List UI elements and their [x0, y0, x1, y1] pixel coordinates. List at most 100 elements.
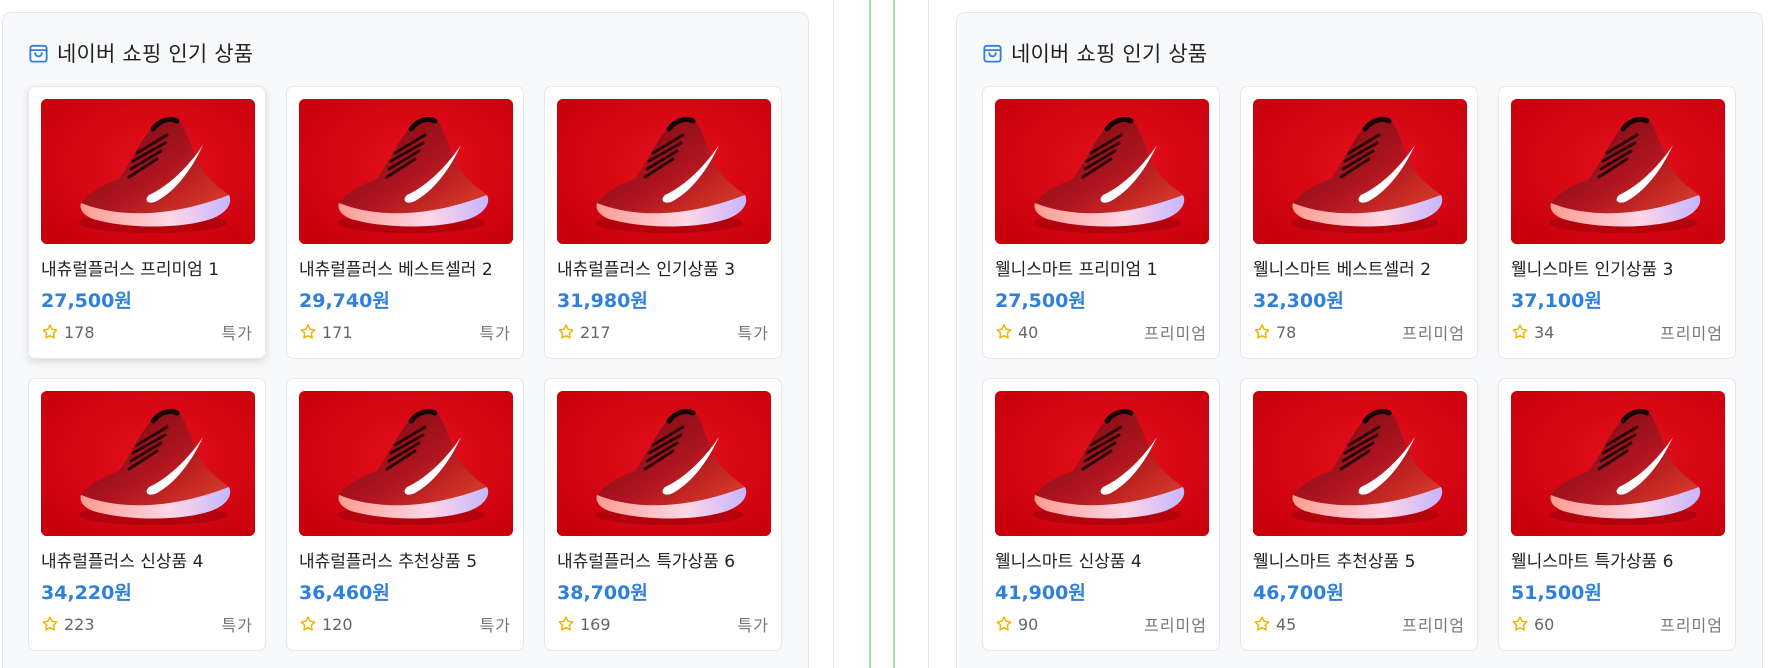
product-meta: 223 특가: [41, 613, 253, 635]
section-divider-green: [869, 0, 871, 668]
product-image: [1253, 391, 1467, 536]
star-icon: [299, 615, 317, 633]
product-grid: 내츄럴플러스 프리미엄 1 27,500원 178 특가 내츄럴플러스 베스트셀…: [28, 86, 782, 651]
product-price: 36,460원: [299, 582, 390, 604]
rating: 169: [557, 615, 611, 634]
product-card[interactable]: 내츄럴플러스 베스트셀러 2 29,740원 171 특가: [286, 86, 524, 359]
product-name: 웰니스마트 프리미엄 1: [995, 260, 1158, 280]
product-name: 웰니스마트 특가상품 6: [1511, 552, 1674, 572]
product-tag: 프리미엄: [1144, 324, 1207, 343]
rating-count: 45: [1276, 614, 1297, 634]
product-name: 내츄럴플러스 인기상품 3: [557, 260, 736, 280]
product-image: [995, 99, 1209, 244]
shopping-bag-icon: [981, 42, 1004, 65]
rating: 40: [995, 323, 1038, 342]
rating: 178: [41, 323, 95, 342]
product-price: 29,740원: [299, 290, 390, 312]
rating: 45: [1253, 615, 1296, 634]
product-card[interactable]: 웰니스마트 특가상품 6 51,500원 60 프리미엄: [1498, 378, 1736, 651]
rating: 223: [41, 615, 95, 634]
product-tag: 프리미엄: [1660, 324, 1723, 343]
rating: 90: [995, 615, 1038, 634]
product-meta: 40 프리미엄: [995, 321, 1207, 343]
product-name: 웰니스마트 인기상품 3: [1511, 260, 1674, 280]
rating: 171: [299, 323, 353, 342]
product-meta: 90 프리미엄: [995, 613, 1207, 635]
product-price: 32,300원: [1253, 290, 1344, 312]
star-icon: [41, 323, 59, 341]
rating-count: 34: [1534, 322, 1555, 342]
star-icon: [299, 323, 317, 341]
star-icon: [995, 323, 1013, 341]
product-name: 웰니스마트 추천상품 5: [1253, 552, 1416, 572]
product-image: [41, 99, 255, 244]
product-card[interactable]: 내츄럴플러스 특가상품 6 38,700원 169 특가: [544, 378, 782, 651]
product-tag: 특가: [737, 616, 769, 635]
product-card[interactable]: 내츄럴플러스 인기상품 3 31,980원 217 특가: [544, 86, 782, 359]
product-name: 웰니스마트 베스트셀러 2: [1253, 260, 1432, 280]
product-tag: 특가: [737, 324, 769, 343]
rating-count: 60: [1534, 614, 1555, 634]
product-price: 27,500원: [995, 290, 1086, 312]
product-meta: 169 특가: [557, 613, 769, 635]
product-price: 34,220원: [41, 582, 132, 604]
product-card[interactable]: 웰니스마트 베스트셀러 2 32,300원 78 프리미엄: [1240, 86, 1478, 359]
product-name: 웰니스마트 신상품 4: [995, 552, 1142, 572]
rating-count: 217: [580, 322, 611, 342]
product-card[interactable]: 웰니스마트 추천상품 5 46,700원 45 프리미엄: [1240, 378, 1478, 651]
product-meta: 45 프리미엄: [1253, 613, 1465, 635]
product-image: [299, 391, 513, 536]
product-tag: 프리미엄: [1660, 616, 1723, 635]
product-card[interactable]: 내츄럴플러스 추천상품 5 36,460원 120 특가: [286, 378, 524, 651]
rating-count: 169: [580, 614, 611, 634]
product-card[interactable]: 웰니스마트 신상품 4 41,900원 90 프리미엄: [982, 378, 1220, 651]
product-name: 내츄럴플러스 신상품 4: [41, 552, 204, 572]
product-price: 27,500원: [41, 290, 132, 312]
section-divider-green: [893, 0, 895, 668]
product-image: [41, 391, 255, 536]
product-meta: 171 특가: [299, 321, 511, 343]
panel-title: 네이버 쇼핑 인기 상품: [57, 42, 254, 66]
star-icon: [1511, 323, 1529, 341]
product-price: 51,500원: [1511, 582, 1602, 604]
rating: 217: [557, 323, 611, 342]
panel-header: 네이버 쇼핑 인기 상품: [27, 39, 253, 67]
product-name: 내츄럴플러스 프리미엄 1: [41, 260, 220, 280]
product-card[interactable]: 내츄럴플러스 프리미엄 1 27,500원 178 특가: [28, 86, 266, 359]
product-tag: 특가: [479, 324, 511, 343]
product-meta: 78 프리미엄: [1253, 321, 1465, 343]
product-meta: 217 특가: [557, 321, 769, 343]
section-divider: [928, 0, 929, 668]
star-icon: [1253, 323, 1271, 341]
product-price: 31,980원: [557, 290, 648, 312]
product-price: 37,100원: [1511, 290, 1602, 312]
star-icon: [1511, 615, 1529, 633]
rating: 60: [1511, 615, 1554, 634]
product-tag: 프리미엄: [1402, 616, 1465, 635]
product-tag: 특가: [221, 324, 253, 343]
product-image: [995, 391, 1209, 536]
product-grid: 웰니스마트 프리미엄 1 27,500원 40 프리미엄 웰니스마트 베스트셀러…: [982, 86, 1736, 651]
product-meta: 178 특가: [41, 321, 253, 343]
rating: 120: [299, 615, 353, 634]
section-divider: [833, 0, 834, 668]
rating: 78: [1253, 323, 1296, 342]
product-card[interactable]: 웰니스마트 인기상품 3 37,100원 34 프리미엄: [1498, 86, 1736, 359]
rating-count: 78: [1276, 322, 1297, 342]
panel-header: 네이버 쇼핑 인기 상품: [981, 39, 1207, 67]
panel-title: 네이버 쇼핑 인기 상품: [1011, 42, 1208, 66]
product-name: 내츄럴플러스 추천상품 5: [299, 552, 478, 572]
product-tag: 특가: [221, 616, 253, 635]
star-icon: [557, 323, 575, 341]
shopping-panel-left: 네이버 쇼핑 인기 상품 내츄럴플러스 프리미엄 1 27,500원 178 특…: [2, 12, 809, 668]
product-card[interactable]: 웰니스마트 프리미엄 1 27,500원 40 프리미엄: [982, 86, 1220, 359]
rating-count: 223: [64, 614, 95, 634]
product-tag: 프리미엄: [1144, 616, 1207, 635]
product-name: 내츄럴플러스 베스트셀러 2: [299, 260, 493, 280]
rating-count: 90: [1018, 614, 1039, 634]
star-icon: [557, 615, 575, 633]
product-card[interactable]: 내츄럴플러스 신상품 4 34,220원 223 특가: [28, 378, 266, 651]
product-price: 38,700원: [557, 582, 648, 604]
star-icon: [1253, 615, 1271, 633]
product-image: [1511, 391, 1725, 536]
